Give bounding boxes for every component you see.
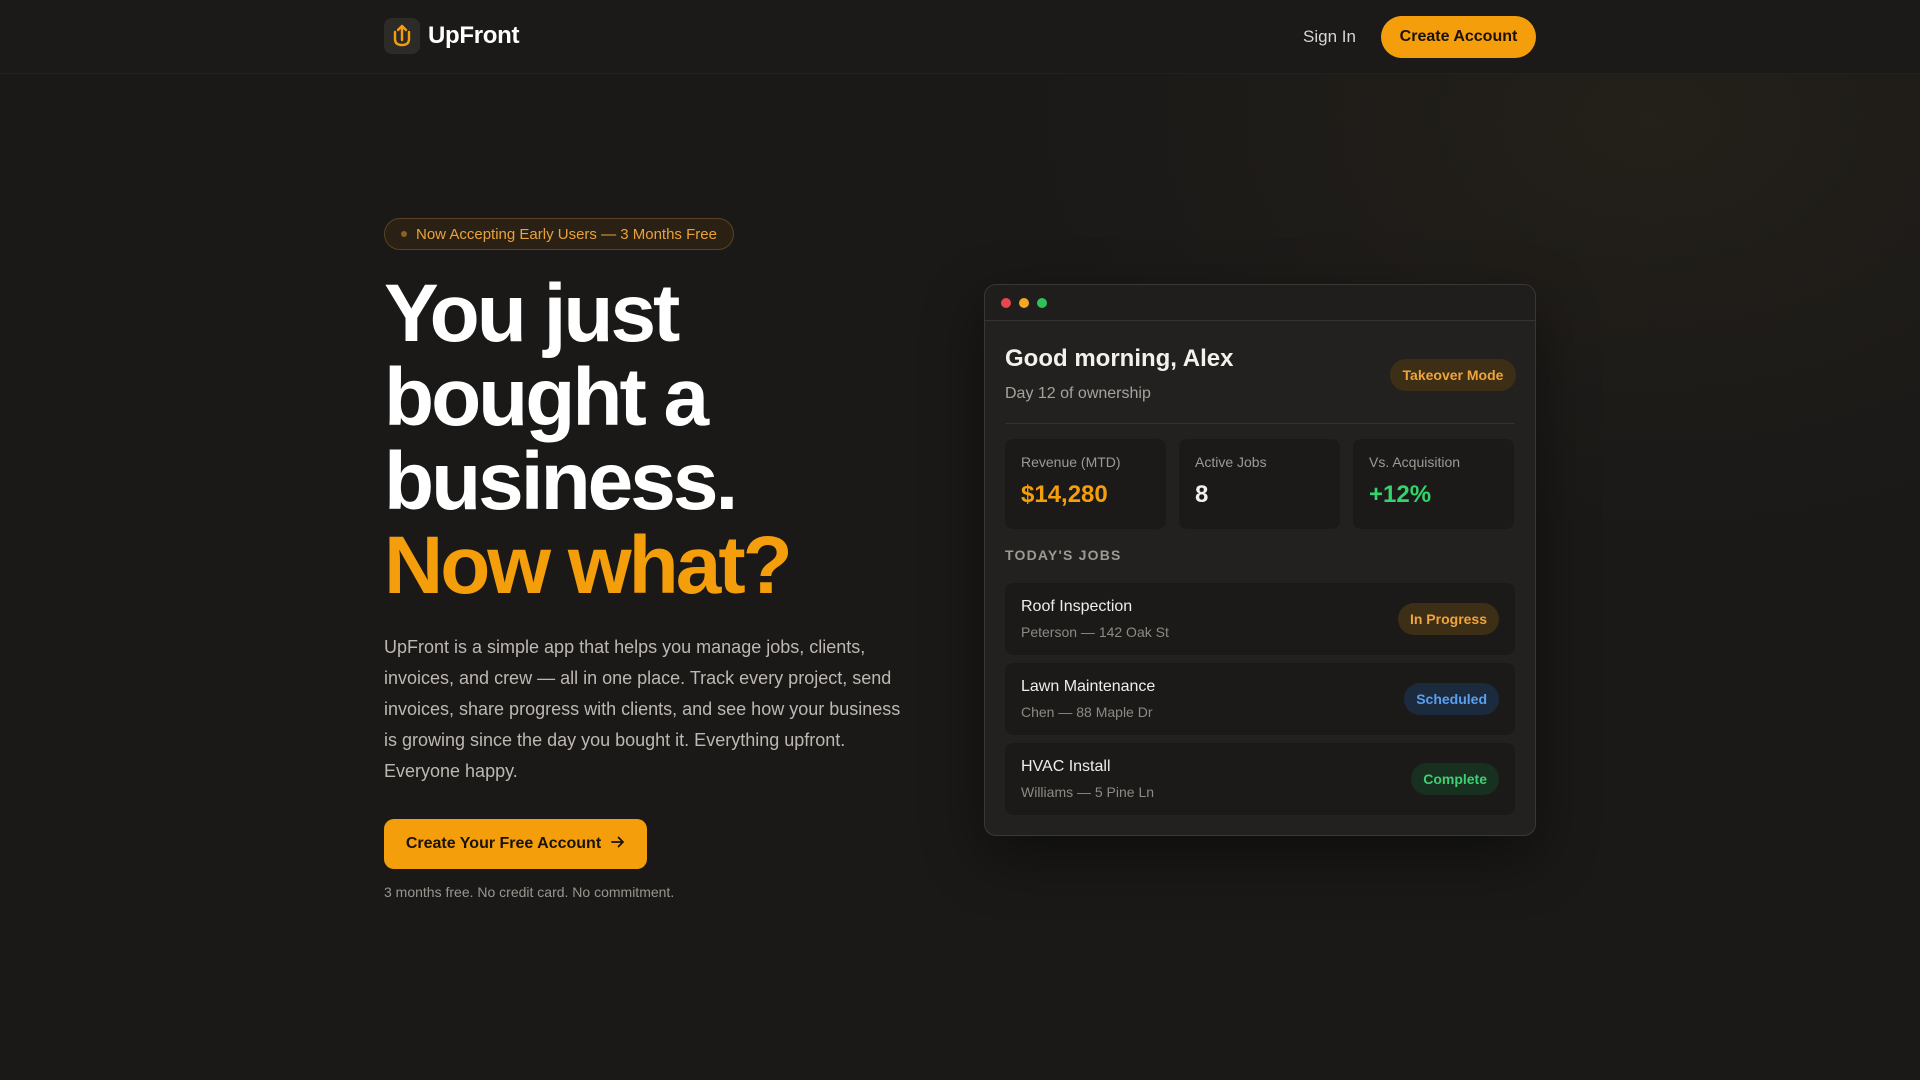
brand-name: UpFront	[428, 22, 520, 49]
dashboard-greeting: Good morning, Alex	[1005, 345, 1234, 372]
headline-line-1: You just	[384, 268, 680, 359]
arrow-right-icon	[611, 835, 625, 853]
stat-label: Revenue (MTD)	[1021, 454, 1121, 470]
sign-in-link[interactable]: Sign In	[1303, 27, 1356, 47]
headline-line-3: business.	[384, 436, 738, 527]
job-title: Roof Inspection	[1021, 598, 1133, 615]
top-nav: UpFront Sign In Create Account	[0, 0, 1920, 74]
app-preview-window: Good morning, Alex Day 12 of ownership T…	[984, 284, 1536, 836]
job-title: Lawn Maintenance	[1021, 678, 1156, 695]
window-titlebar	[985, 285, 1535, 321]
create-free-account-button[interactable]: Create Your Free Account	[384, 819, 647, 869]
status-badge: Complete	[1411, 763, 1499, 795]
headline-accent: Now what?	[384, 520, 793, 611]
stat-value: +12%	[1369, 481, 1432, 508]
hero-description: UpFront is a simple app that helps you m…	[384, 637, 901, 781]
stat-value: 8	[1195, 481, 1209, 508]
cta-fine-print: 3 months free. No credit card. No commit…	[384, 884, 675, 900]
early-users-badge: Now Accepting Early Users — 3 Months Fre…	[384, 218, 734, 250]
status-badge: Scheduled	[1404, 683, 1499, 715]
job-meta: Chen — 88 Maple Dr	[1021, 704, 1153, 720]
upfront-logo-icon	[384, 18, 420, 54]
todays-jobs-heading: TODAY'S JOBS	[1005, 547, 1122, 563]
close-dot-icon	[1001, 298, 1011, 308]
divider	[1005, 423, 1515, 424]
job-row[interactable]: Roof Inspection Peterson — 142 Oak St In…	[1005, 583, 1515, 655]
create-account-button[interactable]: Create Account	[1381, 16, 1536, 58]
job-row[interactable]: Lawn Maintenance Chen — 88 Maple Dr Sche…	[1005, 663, 1515, 735]
hero-headline: You just bought a business. Now what?	[384, 272, 944, 608]
brand-logo[interactable]: UpFront	[384, 18, 520, 54]
job-meta: Williams — 5 Pine Ln	[1021, 784, 1155, 800]
early-users-badge-text: Now Accepting Early Users — 3 Months Fre…	[416, 225, 717, 243]
minimize-dot-icon	[1019, 298, 1029, 308]
takeover-mode-badge[interactable]: Takeover Mode	[1390, 359, 1516, 391]
stat-card-vs-acquisition: Vs. Acquisition +12%	[1353, 439, 1514, 529]
job-row[interactable]: HVAC Install Williams — 5 Pine Ln Comple…	[1005, 743, 1515, 815]
stat-value: $14,280	[1021, 481, 1108, 508]
stat-label: Active Jobs	[1195, 454, 1267, 470]
status-badge: In Progress	[1397, 603, 1499, 635]
headline-line-2: bought a	[384, 352, 709, 443]
status-dot-icon	[401, 231, 407, 237]
stat-label: Vs. Acquisition	[1369, 454, 1461, 470]
create-free-account-label: Create Your Free Account	[405, 835, 602, 852]
stat-card-revenue: Revenue (MTD) $14,280	[1005, 439, 1166, 529]
job-title: HVAC Install	[1021, 758, 1111, 775]
maximize-dot-icon	[1037, 298, 1047, 308]
dashboard-subtitle: Day 12 of ownership	[1005, 385, 1151, 402]
stat-card-active-jobs: Active Jobs 8	[1179, 439, 1340, 529]
job-meta: Peterson — 142 Oak St	[1021, 624, 1169, 640]
